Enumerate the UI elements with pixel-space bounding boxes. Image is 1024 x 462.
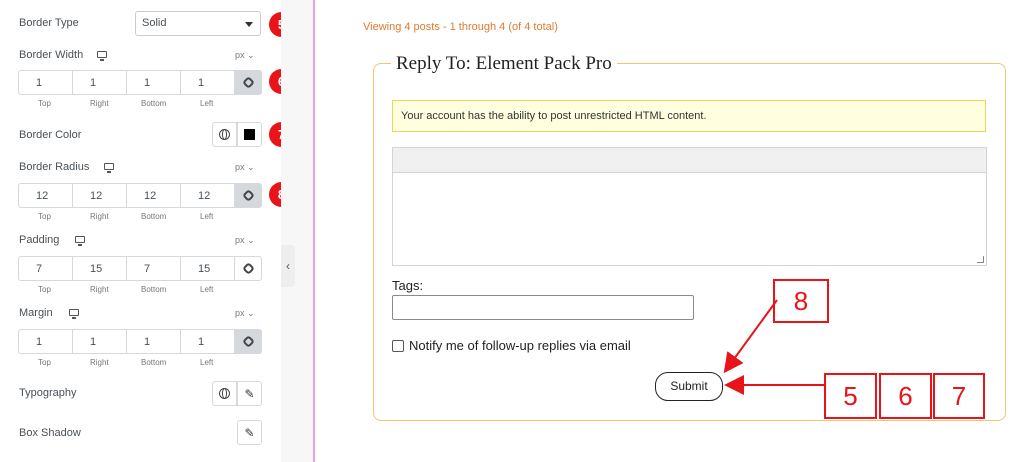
arrow-8 [723,299,778,374]
callout-arrows [723,299,824,395]
